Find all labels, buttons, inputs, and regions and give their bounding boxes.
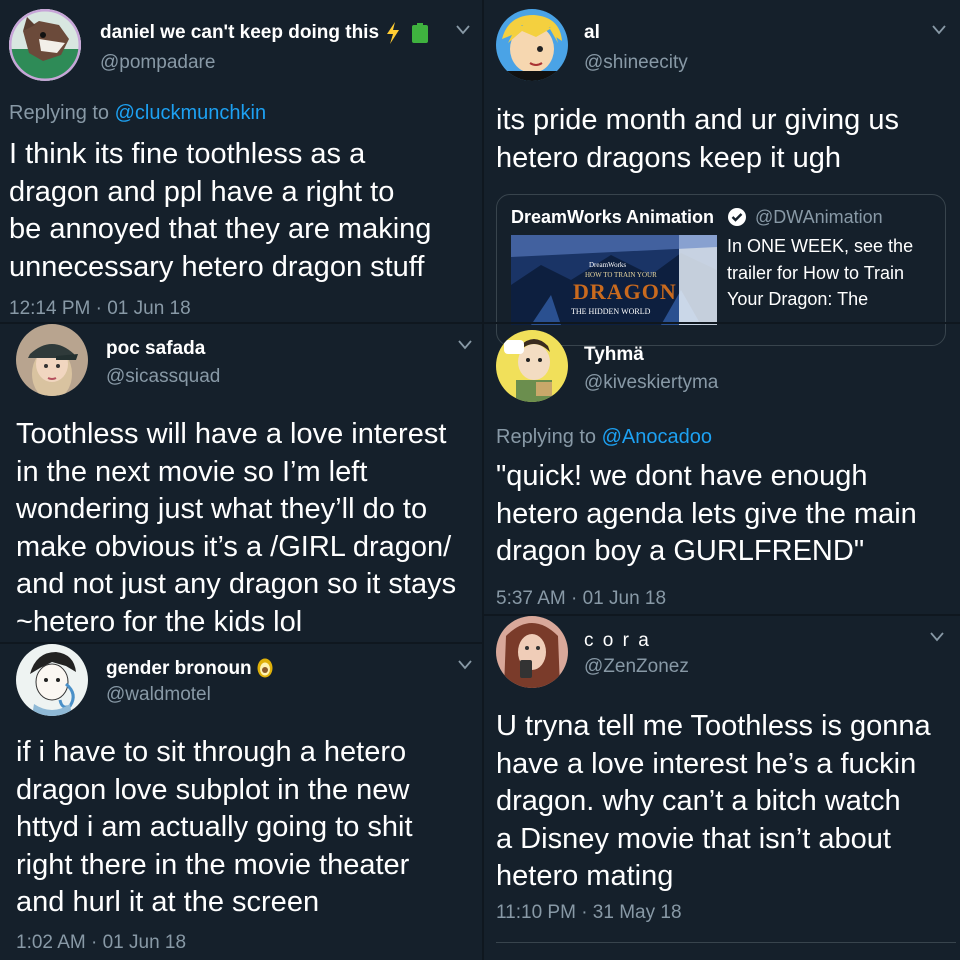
display-name[interactable]: daniel we can't keep doing this [100,22,379,44]
timestamp[interactable]: 12:14 PM · 01 Jun 18 [9,298,191,320]
tweet-card[interactable]: c o r a @ZenZonez U tryna tell me Toothl… [484,616,960,960]
reply-mention-link[interactable]: @Anocadoo [602,426,712,448]
tweet-card[interactable]: gender bronoun @waldmotel if i have to s… [0,644,482,960]
tweet-card[interactable]: Tyhmä @kiveskiertyma Replying to @Anocad… [484,324,960,614]
timestamp[interactable]: 11:10 PM · 31 May 18 [496,902,682,924]
chevron-down-icon[interactable] [458,340,472,350]
chevron-down-icon[interactable] [456,25,470,35]
username[interactable]: @pompadare [100,52,215,74]
display-name[interactable]: c o r a [584,630,651,652]
avatar[interactable] [9,9,81,81]
poster-title: DRAGON [573,279,677,304]
avatar-photo-icon [496,616,568,688]
avatar-cartoon-face-icon [496,9,568,81]
reply-context: Replying to @cluckmunchkin [9,102,266,125]
username[interactable]: @sicassquad [106,366,220,388]
avatar[interactable] [16,644,88,716]
tweet-card[interactable]: poc safada @sicassquad Toothless will ha… [0,324,482,642]
tweet-card[interactable]: daniel we can't keep doing this @pompada… [0,0,482,322]
poster-logo: DreamWorks [589,261,627,269]
avatar[interactable] [496,9,568,81]
display-name[interactable]: Tyhmä [584,344,644,366]
avatar-sketch-icon [16,644,88,716]
battery-icon [410,23,430,48]
username[interactable]: @waldmotel [106,684,211,706]
avatar[interactable] [496,616,568,688]
quoted-text: In ONE WEEK, see the trailer for How to … [727,236,914,309]
movie-poster-thumbnail[interactable]: DreamWorks HOW TO TRAIN YOUR DRAGON THE … [511,235,717,325]
reply-context: Replying to @Anocadoo [496,426,712,449]
tweet-text: Toothless will have a love interest in t… [16,418,457,638]
username[interactable]: @ZenZonez [584,656,689,678]
tweet-card[interactable]: al @shineecity its pride month and ur gi… [484,0,960,346]
chevron-down-icon[interactable] [932,25,946,35]
username[interactable]: @kiveskiertyma [584,372,718,394]
bottom-divider [496,942,956,943]
avatar[interactable] [16,324,88,396]
reply-prefix: Replying to [496,426,602,448]
quoted-display-name[interactable]: DreamWorks Animation [511,207,714,228]
tweet-text: if i have to sit through a hetero dragon… [16,736,413,918]
avatar[interactable] [496,330,568,402]
chevron-down-icon[interactable] [458,660,472,670]
timestamp[interactable]: 1:02 AM · 01 Jun 18 [16,932,186,954]
tweet-text: "quick! we dont have enough hetero agend… [496,460,917,567]
timestamp[interactable]: 5:37 AM · 01 Jun 18 [496,588,666,610]
quoted-username[interactable]: @DWAnimation [755,207,883,228]
tweet-text: U tryna tell me Toothless is gonna have … [496,710,931,892]
avocado-icon [256,656,274,683]
display-name[interactable]: poc safada [106,338,205,360]
avatar-cartoon-icon [496,330,568,402]
tweet-text: I think its fine toothless as a dragon a… [9,138,432,283]
chevron-down-icon[interactable] [930,632,944,642]
verified-badge-icon [727,207,747,232]
poster-tagline: THE HIDDEN WORLD [571,307,651,316]
lightning-icon [385,22,401,49]
avatar-photo-icon [16,324,88,396]
tweet-text: its pride month and ur giving us hetero … [496,104,899,174]
reply-mention-link[interactable]: @cluckmunchkin [115,102,266,124]
reply-prefix: Replying to [9,102,115,124]
poster-subtitle: HOW TO TRAIN YOUR [585,271,657,279]
display-name[interactable]: gender bronoun [106,658,252,680]
display-name[interactable]: al [584,22,600,44]
avatar-wolf-icon [9,9,81,81]
username[interactable]: @shineecity [584,52,688,74]
